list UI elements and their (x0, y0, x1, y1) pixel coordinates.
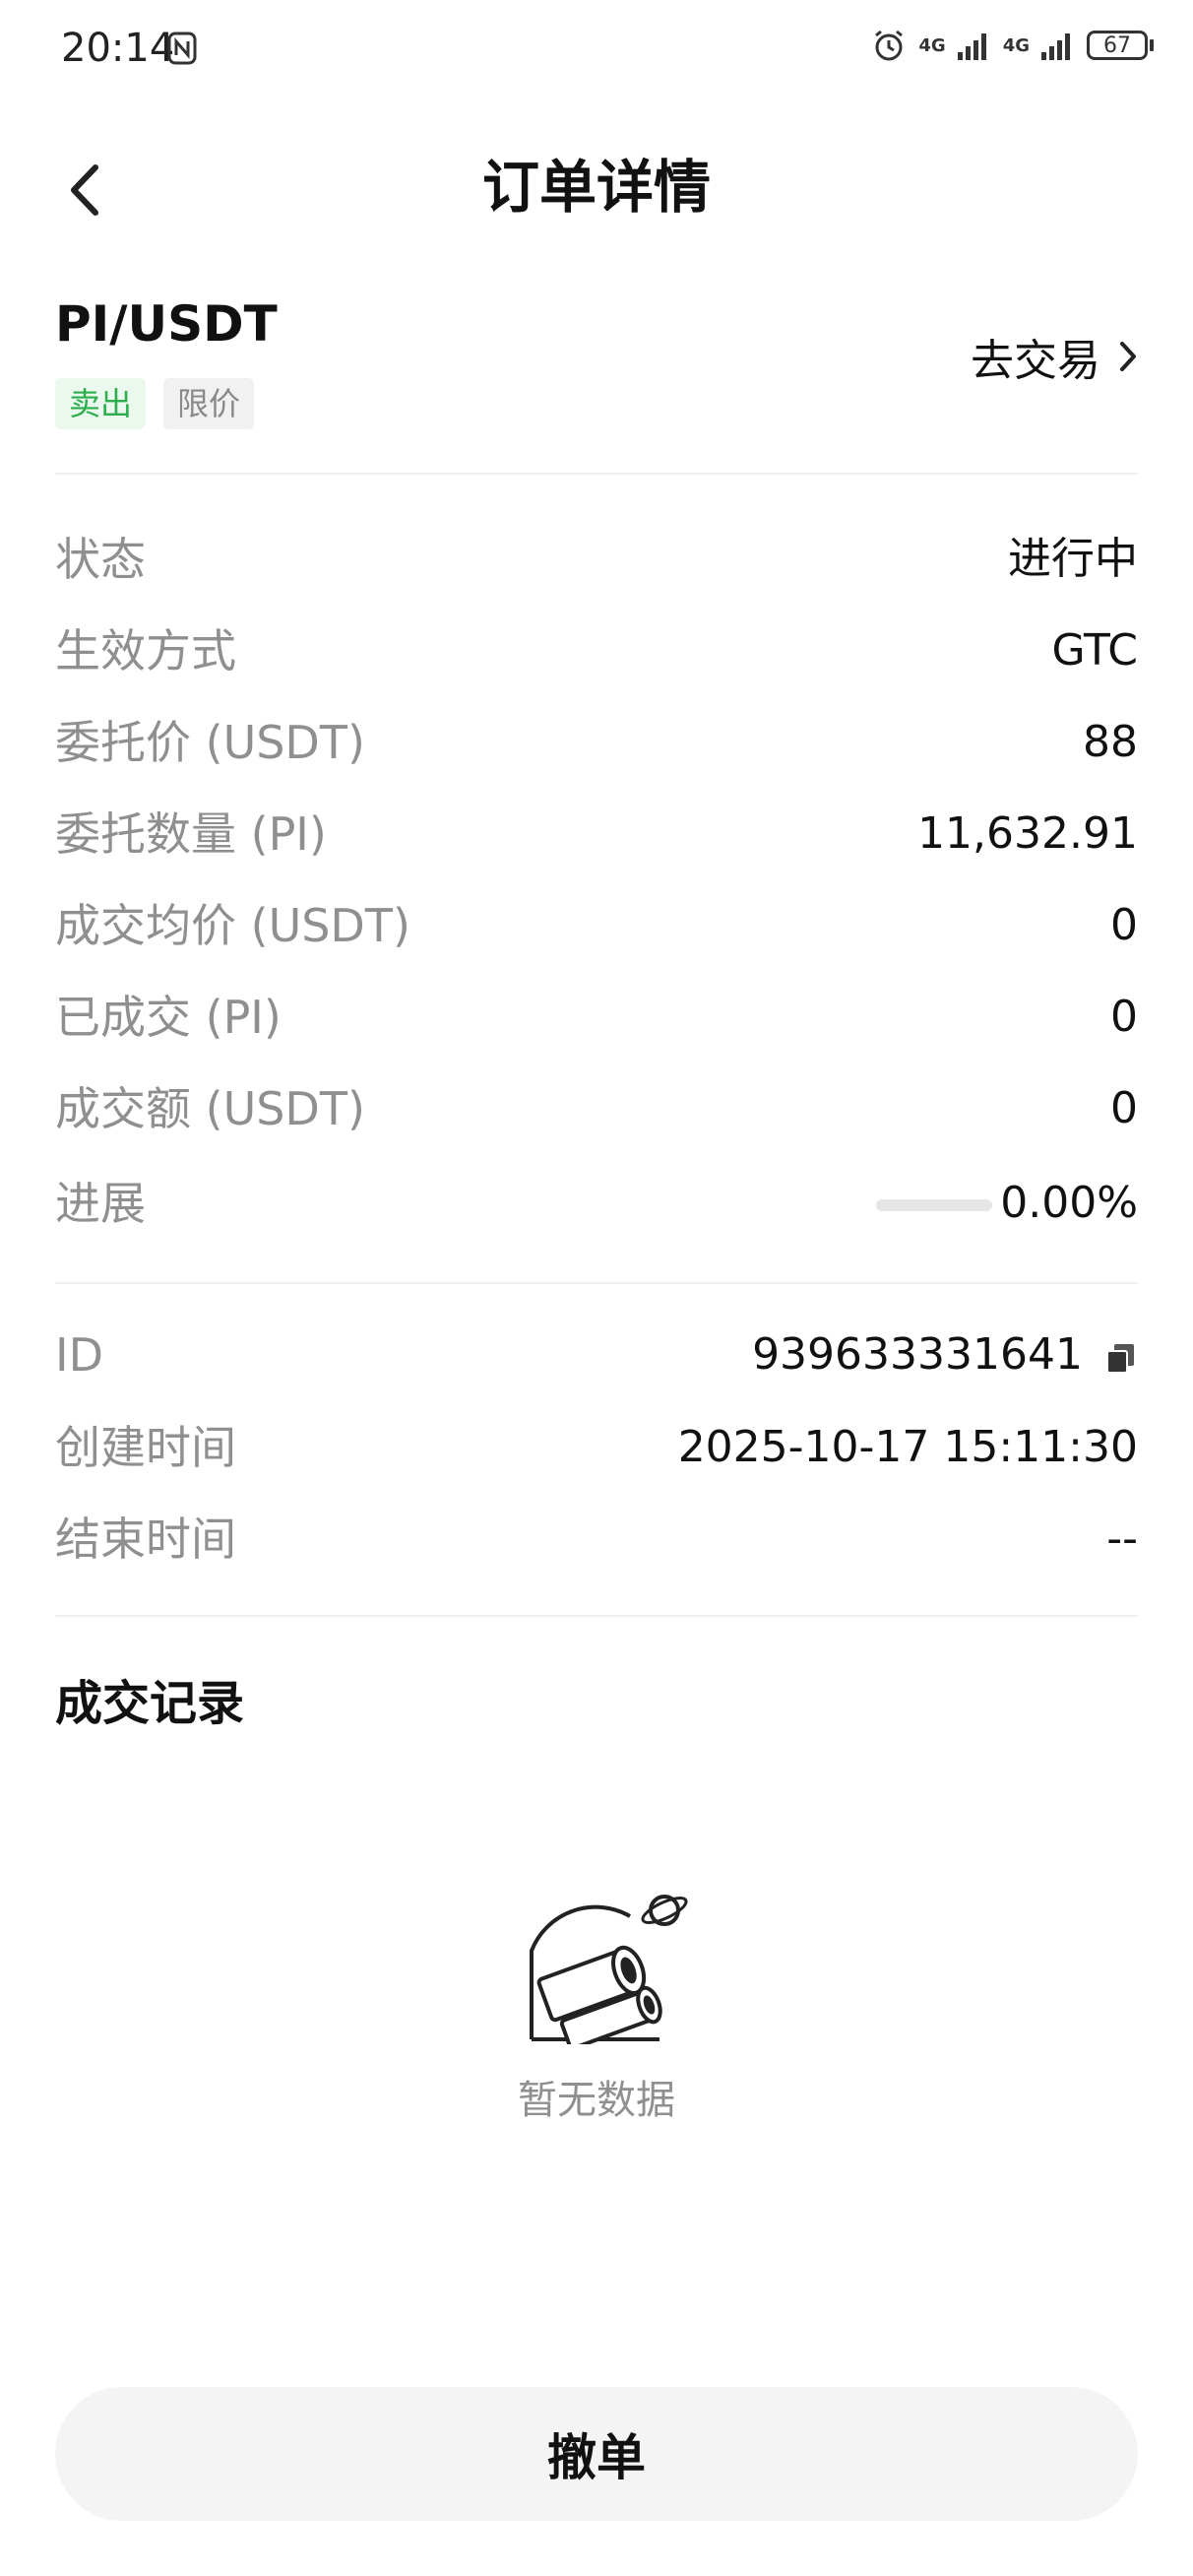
detail-value: GTC (1051, 625, 1138, 676)
order-type-badge: 限价 (163, 378, 255, 429)
header: 订单详情 (0, 138, 1193, 236)
detail-label: 进展 (55, 1177, 146, 1230)
meta-row-ended: 结束时间 -- (55, 1504, 1138, 1575)
detail-label: 成交额 (USDT) (55, 1082, 365, 1135)
meta-label: ID (55, 1328, 103, 1382)
signal-icon-2 (1041, 33, 1070, 60)
signal-icon-1 (957, 33, 986, 60)
detail-row-avg-price: 成交均价 (USDT) 0 (55, 890, 1138, 961)
telescope-empty-icon (530, 1895, 688, 2044)
side-badge: 卖出 (55, 378, 147, 429)
meta-label: 创建时间 (55, 1421, 236, 1474)
detail-value: 0 (1110, 900, 1138, 950)
battery-level: 67 (1103, 32, 1131, 58)
cancel-order-button[interactable]: 撤单 (55, 2387, 1138, 2521)
network-label-1: 4G (918, 34, 946, 56)
battery-icon: 67 (1087, 31, 1154, 60)
records-title: 成交记录 (55, 1676, 245, 1731)
detail-row-time-in-force: 生效方式 GTC (55, 615, 1138, 686)
detail-label: 状态 (55, 533, 146, 586)
detail-value: 88 (1083, 717, 1138, 767)
divider (55, 1615, 1138, 1617)
detail-value: 0 (1110, 1083, 1138, 1133)
meta-value: 2025-10-17 15:11:30 (677, 1422, 1138, 1472)
chevron-right-icon (1120, 342, 1136, 371)
detail-value: 11,632.91 (917, 808, 1138, 859)
trading-pair: PI/USDT (55, 295, 278, 353)
network-label-2: 4G (1002, 34, 1030, 56)
detail-row-order-quantity: 委托数量 (PI) 11,632.91 (55, 799, 1138, 869)
order-id-value: 939633331641 (752, 1329, 1083, 1380)
detail-row-status: 状态 进行中 (55, 524, 1138, 595)
page-title: 订单详情 (481, 154, 711, 221)
progress-bar (876, 1199, 992, 1211)
go-trade-label: 去交易 (971, 336, 1100, 386)
divider (55, 1282, 1138, 1284)
status-time: 20:14 (61, 26, 175, 71)
meta-label: 结束时间 (55, 1513, 236, 1566)
status-icons: 4G 4G 67 (871, 28, 1154, 63)
copy-icon[interactable] (1104, 1341, 1138, 1375)
meta-value: -- (1106, 1513, 1138, 1564)
alarm-icon (875, 30, 904, 61)
status-bar: 20:14 4G 4G 67 (0, 0, 1193, 98)
nfc-icon (167, 32, 197, 65)
detail-label: 已成交 (PI) (55, 991, 282, 1044)
divider (55, 473, 1138, 475)
detail-label: 成交均价 (USDT) (55, 899, 410, 952)
detail-label: 委托数量 (PI) (55, 807, 327, 861)
meta-row-id: ID 939633331641 (55, 1320, 1138, 1390)
detail-row-progress: 进展 0.00% (55, 1168, 1138, 1239)
empty-state-text: 暂无数据 (518, 2078, 675, 2123)
go-trade-link[interactable]: 去交易 (971, 325, 1138, 388)
detail-row-filled-amount: 成交额 (USDT) 0 (55, 1073, 1138, 1144)
progress-value: 0.00% (1000, 1178, 1138, 1228)
detail-value: 进行中 (1008, 534, 1138, 584)
detail-label: 委托价 (USDT) (55, 716, 365, 769)
detail-row-filled: 已成交 (PI) 0 (55, 982, 1138, 1053)
detail-row-order-price: 委托价 (USDT) 88 (55, 707, 1138, 778)
detail-label: 生效方式 (55, 624, 236, 677)
detail-value: 0 (1110, 992, 1138, 1042)
meta-row-created: 创建时间 2025-10-17 15:11:30 (55, 1412, 1138, 1483)
